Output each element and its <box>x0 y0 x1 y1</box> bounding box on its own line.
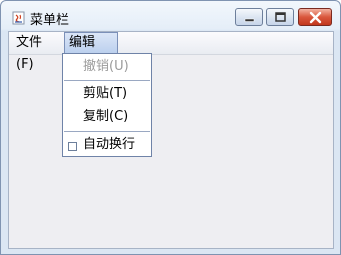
minimize-icon <box>244 18 255 22</box>
title-bar[interactable]: 菜单栏 <box>1 1 340 31</box>
menu-item-copy[interactable]: 复制(C) <box>63 106 151 128</box>
maximize-button[interactable] <box>266 8 294 26</box>
menu-edit[interactable]: 编辑(E) <box>64 32 118 70</box>
close-icon <box>309 11 322 24</box>
minimize-button[interactable] <box>235 8 263 26</box>
menu-item-word-wrap[interactable]: 自动换行 <box>63 134 151 156</box>
java-app-icon <box>12 10 25 25</box>
menu-item-cut[interactable]: 剪贴(T) <box>63 83 151 105</box>
edit-menu-dropdown: 撤销(U) 剪贴(T) 复制(C) 自动换行 <box>62 53 152 157</box>
menu-separator <box>64 131 150 132</box>
client-area: 文件(F) 编辑(E) <box>8 31 334 249</box>
menu-item-undo[interactable]: 撤销(U) <box>63 56 151 78</box>
app-window: 菜单栏 文件(F) 编辑(E) 撤销(U) 剪贴(T) 复制(C) <box>0 0 341 255</box>
word-wrap-label: 自动换行 <box>83 137 136 152</box>
window-title: 菜单栏 <box>30 13 70 28</box>
close-button[interactable] <box>298 8 332 26</box>
word-wrap-checkbox[interactable] <box>68 142 77 151</box>
menu-separator <box>64 80 150 81</box>
menu-file[interactable]: 文件(F) <box>12 32 62 72</box>
menu-bar: 文件(F) 编辑(E) <box>9 32 333 72</box>
maximize-icon <box>275 12 286 22</box>
